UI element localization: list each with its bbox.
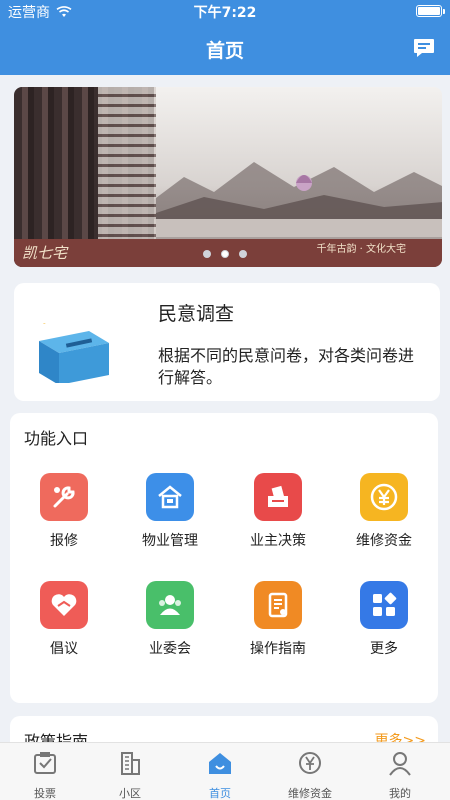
section-title: 功能入口 xyxy=(24,429,89,448)
carousel-dot-active[interactable] xyxy=(221,250,229,258)
survey-description: 根据不同的民意问卷，对各类问卷进行解答。 xyxy=(158,346,415,387)
tab-label: 投票 xyxy=(34,787,56,800)
function-label: 倡议 xyxy=(50,641,78,657)
function-proposal[interactable]: 倡议 xyxy=(14,581,114,658)
tab-label: 小区 xyxy=(119,787,141,800)
function-more[interactable]: 更多 xyxy=(334,581,434,658)
carousel-dot[interactable] xyxy=(203,250,211,258)
function-label: 维修资金 xyxy=(356,533,412,549)
tab-home[interactable]: 首页 xyxy=(175,749,265,800)
user-icon xyxy=(389,752,411,776)
status-time: 下午7:22 xyxy=(193,5,257,21)
bottom-tab-bar: 投票 小区 首页 维修资金 我的 xyxy=(0,742,450,800)
apps-icon xyxy=(360,581,408,629)
functions-card: 功能入口 报修 物业管理 业主决策 维修资金 倡议 业委会 操作指南 更多 xyxy=(10,413,438,703)
tab-label: 我的 xyxy=(389,787,411,800)
tab-label: 维修资金 xyxy=(288,787,332,800)
survey-title: 民意调查 xyxy=(158,303,235,325)
page-title: 首页 xyxy=(205,40,244,62)
banner-carousel[interactable]: 凯七宅 千年古韵 · 文化大宅 xyxy=(14,87,442,267)
mountain-landscape xyxy=(144,162,442,237)
function-owner-decision[interactable]: 业主决策 xyxy=(228,473,328,550)
function-label: 更多 xyxy=(370,641,398,657)
lattice-window-image xyxy=(98,87,156,247)
function-label: 报修 xyxy=(50,533,78,549)
function-label: 业委会 xyxy=(149,641,191,657)
function-label: 物业管理 xyxy=(142,533,198,549)
carousel-dot[interactable] xyxy=(239,250,247,258)
function-label: 业主决策 xyxy=(250,533,306,549)
chat-bubble-icon[interactable] xyxy=(412,36,436,60)
home-icon xyxy=(209,753,231,774)
tab-maintenance-fund[interactable]: 维修资金 xyxy=(265,749,355,800)
function-repair[interactable]: 报修 xyxy=(14,473,114,550)
tab-mine[interactable]: 我的 xyxy=(355,749,445,800)
vote-icon xyxy=(34,752,56,774)
ballot-icon xyxy=(254,473,302,521)
fund-icon xyxy=(299,752,321,774)
property-icon xyxy=(146,473,194,521)
function-property-management[interactable]: 物业管理 xyxy=(120,473,220,550)
tab-community[interactable]: 小区 xyxy=(85,749,175,800)
guide-icon xyxy=(254,581,302,629)
heart-handshake-icon xyxy=(40,581,88,629)
tab-vote[interactable]: 投票 xyxy=(0,749,90,800)
ballot-box-icon xyxy=(39,323,109,383)
building-icon xyxy=(121,752,140,775)
top-bar: 运营商 下午7:22 首页 xyxy=(0,0,450,75)
tab-label: 首页 xyxy=(209,787,231,800)
function-guide[interactable]: 操作指南 xyxy=(228,581,328,658)
battery-icon xyxy=(416,5,445,17)
function-maintenance-fund[interactable]: 维修资金 xyxy=(334,473,434,550)
survey-card[interactable]: 民意调查 根据不同的民意问卷，对各类问卷进行解答。 xyxy=(14,283,440,401)
group-icon xyxy=(146,581,194,629)
carousel-indicators[interactable] xyxy=(0,250,450,258)
function-label: 操作指南 xyxy=(250,641,306,657)
function-committee[interactable]: 业委会 xyxy=(120,581,220,658)
status-bar: 运营商 下午7:22 xyxy=(0,0,450,22)
yen-coin-icon xyxy=(360,473,408,521)
wrench-icon xyxy=(40,473,88,521)
